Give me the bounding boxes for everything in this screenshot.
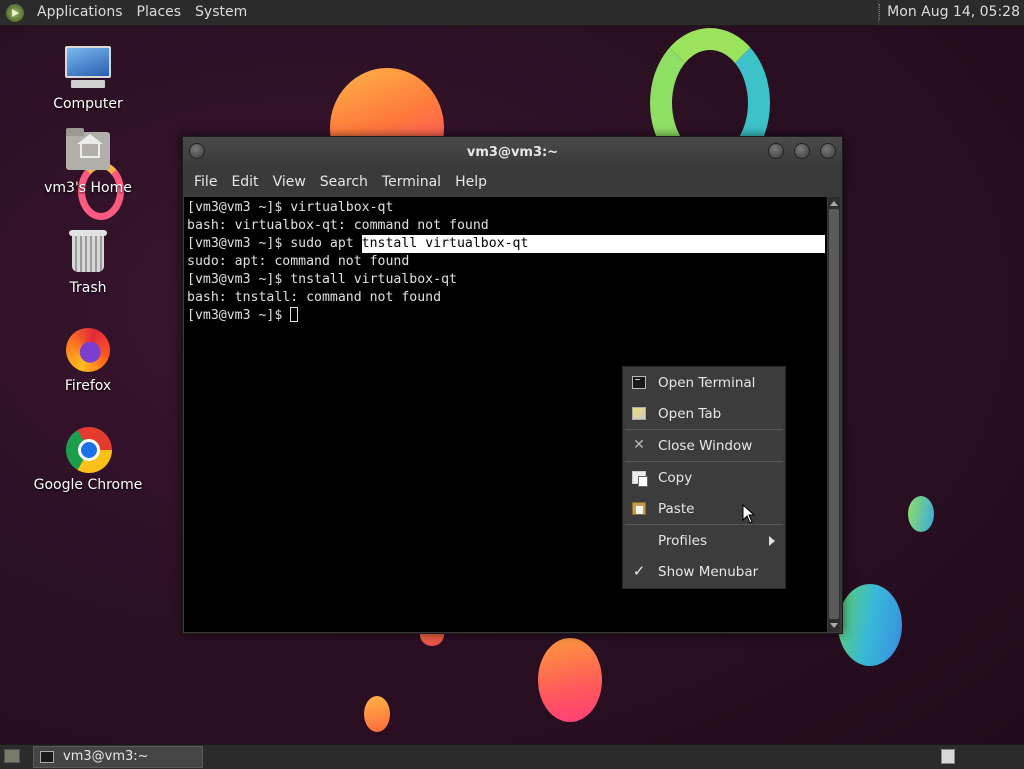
desktop-icon-trash[interactable]: Trash <box>33 230 143 296</box>
terminal-prompt-line: [vm3@vm3 ~]$ <box>187 307 824 325</box>
menu-item-paste[interactable]: Paste <box>623 494 785 524</box>
terminal-line: bash: virtualbox-qt: command not found <box>187 218 489 233</box>
submenu-arrow-icon <box>769 536 775 546</box>
menu-separator <box>625 524 783 525</box>
text-cursor <box>290 307 299 322</box>
wallpaper-teal-bubble <box>908 496 934 532</box>
workspace-switcher[interactable] <box>941 749 955 764</box>
menu-item-open-tab[interactable]: Open Tab <box>623 399 785 429</box>
menu-search[interactable]: Search <box>313 174 375 190</box>
scroll-up-icon[interactable] <box>830 201 838 206</box>
minimize-button[interactable] <box>768 143 784 159</box>
wallpaper-teal-bubble <box>838 584 902 666</box>
wallpaper-orange-bubble <box>364 696 390 732</box>
menu-help[interactable]: Help <box>448 174 494 190</box>
terminal-line: bash: tnstall: command not found <box>187 290 442 305</box>
menu-edit[interactable]: Edit <box>224 174 265 190</box>
taskbar-item-label: vm3@vm3:~ <box>63 749 149 764</box>
wallpaper-orange-bubble <box>538 638 602 722</box>
window-title: vm3@vm3:~ <box>466 145 559 160</box>
desktop-icon-computer[interactable]: Computer <box>33 46 143 112</box>
distro-logo-icon[interactable] <box>6 3 24 22</box>
terminal-line: [vm3@vm3 ~]$ virtualbox-qt <box>187 200 394 215</box>
panel-clock[interactable]: Mon Aug 14, 05:28 <box>878 0 1024 25</box>
close-window-button[interactable] <box>820 143 836 159</box>
scroll-down-icon[interactable] <box>830 623 838 628</box>
desktop-icon-chrome[interactable]: Google Chrome <box>33 427 143 493</box>
menu-item-label: Copy <box>658 470 693 486</box>
scrollbar-thumb[interactable] <box>829 209 839 619</box>
desktop-icon-label: Computer <box>53 96 123 112</box>
desktop-icon-label: Firefox <box>64 378 112 394</box>
terminal-menubar: File Edit View Search Terminal Help <box>183 167 842 197</box>
menu-terminal[interactable]: Terminal <box>375 174 448 190</box>
desktop-icon-label: vm3's Home <box>44 180 132 196</box>
places-menu[interactable]: Places <box>130 0 189 25</box>
terminal-icon <box>632 376 646 389</box>
menu-item-label: Profiles <box>658 533 708 549</box>
menu-item-open-terminal[interactable]: Open Terminal <box>623 368 785 398</box>
firefox-icon <box>63 328 113 374</box>
taskbar-item-terminal[interactable]: vm3@vm3:~ <box>33 746 203 768</box>
desktop-icon-home[interactable]: vm3's Home <box>33 128 143 196</box>
menu-item-show-menubar[interactable]: ✓ Show Menubar <box>623 557 785 587</box>
menu-item-close-window[interactable]: ✕ Close Window <box>623 431 785 461</box>
computer-icon <box>63 46 113 92</box>
terminal-line: sudo: apt: command not found <box>187 254 410 269</box>
show-desktop-icon[interactable] <box>4 749 20 763</box>
menu-view[interactable]: View <box>266 174 313 190</box>
desktop-icon-label: Google Chrome <box>33 477 143 493</box>
terminal-line: [vm3@vm3 ~]$ tnstall virtualbox-qt <box>187 272 457 287</box>
desktop-icon-firefox[interactable]: Firefox <box>33 328 143 394</box>
menu-item-label: Paste <box>658 501 695 517</box>
chrome-icon <box>63 427 113 473</box>
terminal-icon <box>40 751 54 763</box>
terminal-prompt: [vm3@vm3 ~]$ <box>187 308 291 323</box>
system-menu[interactable]: System <box>188 0 254 25</box>
menu-item-profiles[interactable]: Profiles <box>623 526 785 556</box>
menu-item-label: Open Tab <box>658 406 722 422</box>
bottom-panel: vm3@vm3:~ <box>0 744 1024 769</box>
maximize-button[interactable] <box>794 143 810 159</box>
applications-menu[interactable]: Applications <box>30 0 130 25</box>
menu-separator <box>625 429 783 430</box>
selected-text[interactable]: tnstall virtualbox-qt <box>361 235 825 253</box>
window-titlebar[interactable]: vm3@vm3:~ <box>183 137 842 167</box>
terminal-scrollbar[interactable] <box>828 197 840 632</box>
trash-icon <box>63 230 113 276</box>
menu-separator <box>625 461 783 462</box>
menu-file[interactable]: File <box>187 174 224 190</box>
top-panel: Applications Places System Mon Aug 14, 0… <box>0 0 1024 26</box>
menu-item-label: Open Terminal <box>658 375 756 391</box>
desktop-icon-label: Trash <box>69 280 107 296</box>
terminal-context-menu: Open Terminal Open Tab ✕ Close Window Co… <box>622 366 786 589</box>
terminal-line-text: [vm3@vm3 ~]$ sudo apt <box>187 236 362 251</box>
checkmark-icon: ✓ <box>632 562 646 580</box>
menu-item-copy[interactable]: Copy <box>623 463 785 493</box>
new-tab-icon <box>632 407 646 420</box>
terminal-line: [vm3@vm3 ~]$ sudo apt tnstall virtualbox… <box>187 235 825 253</box>
menu-item-label: Show Menubar <box>658 564 759 580</box>
copy-icon <box>632 471 648 487</box>
home-folder-icon <box>63 128 113 176</box>
paste-icon <box>632 502 646 515</box>
menu-item-label: Close Window <box>658 438 753 454</box>
close-icon: ✕ <box>633 437 645 453</box>
